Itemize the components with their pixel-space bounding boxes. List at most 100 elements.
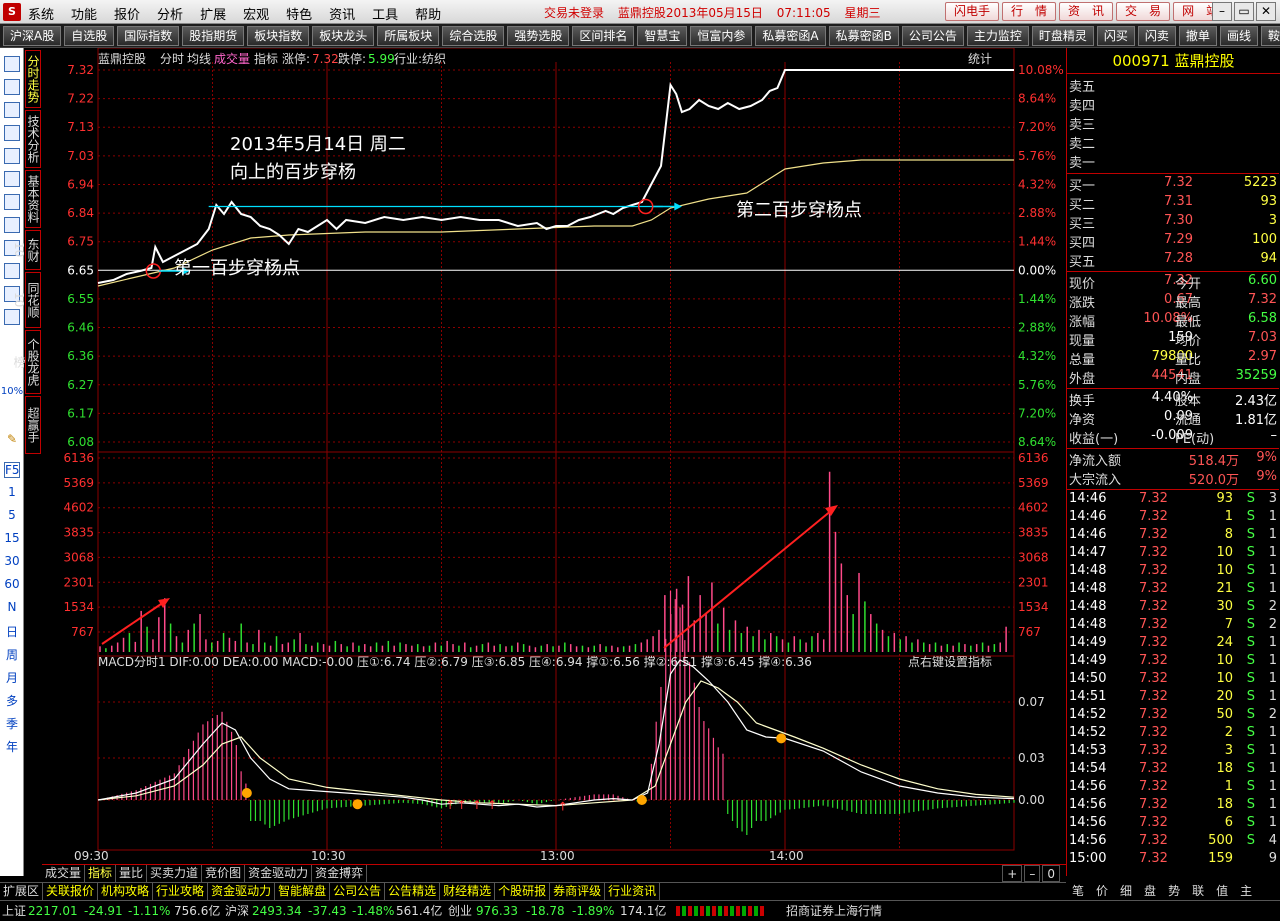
period-button[interactable]: 月 <box>0 669 24 686</box>
header-item[interactable]: 均线 <box>187 52 211 66</box>
minimize-icon[interactable]: – <box>1212 2 1232 21</box>
note-icon[interactable] <box>4 79 20 95</box>
indicator-tab[interactable]: 量比 <box>116 865 148 882</box>
period-button[interactable]: 多 <box>0 692 24 709</box>
menu-analysis[interactable]: 分析 <box>157 4 191 23</box>
period-button[interactable]: 15 <box>0 531 24 545</box>
ext-bar-item[interactable]: 资金驱动力 <box>208 883 276 900</box>
vertical-tab[interactable]: 同花顺10 <box>12 272 41 328</box>
toolbar-button[interactable]: 板块龙头 <box>312 25 375 46</box>
ext-bar-item[interactable]: 个股研报 <box>495 883 551 900</box>
ext-bar-item[interactable]: 财经精选 <box>440 883 496 900</box>
toolbar-button[interactable]: 所属板块 <box>377 25 440 46</box>
header-item[interactable]: 成交量 <box>214 51 250 66</box>
toolbar-button[interactable]: 综合选股 <box>442 25 505 46</box>
trade-button[interactable]: 交 易 <box>1116 2 1171 21</box>
tools-icon[interactable] <box>4 309 20 325</box>
chart-line-icon[interactable] <box>4 102 20 118</box>
table-icon[interactable] <box>4 148 20 164</box>
toolbar-button[interactable]: 强势选股 <box>507 25 570 46</box>
toolbar-button[interactable]: 画线 <box>1219 25 1258 46</box>
toolbar-button[interactable]: 私募密函B <box>828 25 899 46</box>
toolbar-button[interactable]: 恒富内参 <box>690 25 753 46</box>
panel-tab[interactable]: 联 <box>1186 882 1210 900</box>
info-icon[interactable] <box>4 217 20 233</box>
ext-bar-item[interactable]: 券商评级 <box>550 883 606 900</box>
flash-hand-button[interactable]: 闪电手 <box>945 2 1000 21</box>
news-button[interactable]: 资 讯 <box>1059 2 1114 21</box>
toolbar-button[interactable]: 撤单 <box>1178 25 1217 46</box>
zoom-control-button[interactable]: 0 <box>1042 865 1060 882</box>
toolbar-button[interactable]: 鞍筹 <box>1260 25 1280 46</box>
toolbar-button[interactable]: 股指期货 <box>182 25 245 46</box>
toolbar-button[interactable]: 国际指数 <box>117 25 180 46</box>
login-status[interactable]: 交易未登录 <box>544 6 604 20</box>
toolbar-button[interactable]: 闪买 <box>1096 25 1135 46</box>
ext-bar-item[interactable]: 扩展区 <box>0 883 44 900</box>
indicator-tab[interactable]: 买卖力道 <box>147 865 203 882</box>
candlestick-icon[interactable] <box>4 125 20 141</box>
menu-system[interactable]: 系统 <box>28 4 62 23</box>
ext-bar-item[interactable]: 关联报价 <box>43 883 99 900</box>
menu-macro[interactable]: 宏观 <box>243 4 277 23</box>
pencil-icon[interactable]: ✎ <box>0 432 24 446</box>
period-button[interactable]: F5 <box>4 462 20 478</box>
toolbar-button[interactable]: 盯盘精灵 <box>1031 25 1094 46</box>
period-button[interactable]: 1 <box>0 485 24 499</box>
period-button[interactable]: 60 <box>0 577 24 591</box>
zoom-control-button[interactable]: + <box>1002 865 1023 882</box>
stats-button[interactable]: 统计 <box>968 52 992 66</box>
toolbar-button[interactable]: 板块指数 <box>247 25 310 46</box>
menu-special[interactable]: 特色 <box>286 4 320 23</box>
toolbar-button[interactable]: 自选股 <box>64 25 115 46</box>
ext-bar-item[interactable]: 行业攻略 <box>153 883 209 900</box>
vertical-tab[interactable]: 技术分析 <box>25 110 41 168</box>
close-icon[interactable]: ✕ <box>1256 2 1276 21</box>
zoom-control-button[interactable]: – <box>1024 865 1041 882</box>
list-icon[interactable] <box>4 171 20 187</box>
vertical-tab[interactable]: 超赢手 <box>25 396 41 454</box>
menu-extend[interactable]: 扩展 <box>200 4 234 23</box>
vertical-tab[interactable]: 个股龙虎榜 <box>12 330 41 394</box>
ext-bar-item[interactable]: 行业资讯 <box>605 883 661 900</box>
period-button[interactable]: 年 <box>0 738 24 755</box>
macd-settings-hint[interactable]: 点右键设置指标 <box>908 654 992 669</box>
toolbar-button[interactable]: 闪卖 <box>1137 25 1176 46</box>
indicator-tab[interactable]: 竞价图 <box>202 865 246 882</box>
period-button[interactable]: 5 <box>0 508 24 522</box>
toolbar-button[interactable]: 主力监控 <box>966 25 1029 46</box>
menu-help[interactable]: 帮助 <box>415 4 449 23</box>
panel-tab[interactable]: 值 <box>1210 882 1234 900</box>
restore-icon[interactable]: ▭ <box>1234 2 1254 21</box>
fiz-icon[interactable] <box>4 263 20 279</box>
panel-tab[interactable]: 势 <box>1162 882 1186 900</box>
panel-tab[interactable]: 价 <box>1090 882 1114 900</box>
ext-bar-item[interactable]: 公司公告 <box>330 883 386 900</box>
period-button[interactable]: 日 <box>0 623 24 640</box>
panel-tab[interactable]: 盘 <box>1138 882 1162 900</box>
panel-tab[interactable]: 笔 <box>1066 882 1090 900</box>
toolbar-button[interactable]: 私募密函A <box>755 25 826 46</box>
toolbar-button[interactable]: 智慧宝 <box>637 25 688 46</box>
period-button[interactable]: 周 <box>0 646 24 663</box>
ext-bar-item[interactable]: 智能解盘 <box>275 883 331 900</box>
toolbar-button[interactable]: 区间排名 <box>572 25 635 46</box>
toolbar-button[interactable]: 沪深A股 <box>3 25 62 46</box>
news-icon[interactable] <box>4 56 20 72</box>
menu-info[interactable]: 资讯 <box>329 4 363 23</box>
menu-function[interactable]: 功能 <box>71 4 105 23</box>
vertical-tab[interactable]: 基本资料 <box>25 170 41 228</box>
header-item[interactable]: 指标 <box>254 51 278 66</box>
quote-button[interactable]: 行 情 <box>1002 2 1057 21</box>
indicator-tab[interactable]: 资金搏弈 <box>312 865 368 882</box>
period-button[interactable]: 30 <box>0 554 24 568</box>
menu-tools[interactable]: 工具 <box>372 4 406 23</box>
menu-quote[interactable]: 报价 <box>114 4 148 23</box>
f10-icon[interactable] <box>4 194 20 210</box>
indicator-tab[interactable]: 成交量 <box>42 865 86 882</box>
percent-tool[interactable]: 10% <box>0 386 24 397</box>
ext-bar-item[interactable]: 公告精选 <box>385 883 441 900</box>
vertical-tab[interactable]: 分时走势 <box>25 50 41 108</box>
indicator-tab[interactable]: 资金驱动力 <box>245 865 313 882</box>
panel-tab[interactable]: 主 <box>1234 882 1258 900</box>
